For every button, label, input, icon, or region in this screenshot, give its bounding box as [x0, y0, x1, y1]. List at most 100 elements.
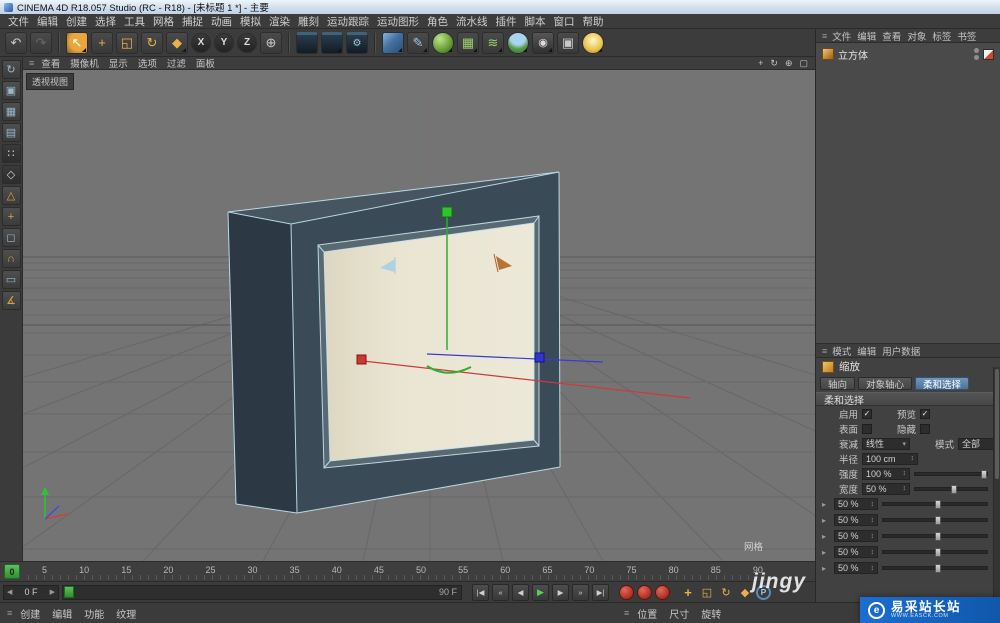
width-field[interactable]: 50 % ↕	[862, 482, 910, 495]
y-axis-handle[interactable]	[441, 206, 453, 218]
texture-mode-icon[interactable]: ▦	[1, 102, 21, 121]
timeline-playhead[interactable]: 0	[4, 564, 20, 579]
previous-key-button[interactable]: «	[492, 583, 509, 601]
attribute-manager-menu-item[interactable]: 编辑	[854, 344, 879, 358]
surface-checkbox[interactable]	[862, 423, 872, 434]
maximize-view-icon[interactable]: ▢	[799, 58, 808, 69]
slider-handle[interactable]	[935, 532, 941, 541]
next-frame-button[interactable]: ▶	[552, 583, 569, 601]
attribute-manager-menu-item[interactable]: 模式	[829, 344, 854, 358]
viewport-menu-item[interactable]: 选项	[133, 57, 162, 70]
panel-menu-icon[interactable]: ≡	[820, 346, 829, 356]
material-manager-menu-item[interactable]: 功能	[78, 606, 110, 621]
menu-item[interactable]: 创建	[62, 14, 91, 29]
coordinates-manager-menu-item[interactable]: 位置	[631, 606, 663, 621]
workplane-mode-icon[interactable]: ▤	[1, 123, 21, 142]
width-slider[interactable]	[914, 484, 988, 494]
menu-item[interactable]: 运动跟踪	[323, 14, 373, 29]
last-used-tool-button[interactable]: ◆	[166, 31, 188, 54]
phong-tag-icon[interactable]	[983, 48, 994, 60]
scrollbar-thumb[interactable]	[995, 369, 999, 479]
coordinates-manager-menu-item[interactable]: 旋转	[695, 606, 727, 621]
add-primitive-cube-button[interactable]	[382, 31, 404, 54]
object-row-cube[interactable]: 立方体	[816, 46, 1000, 62]
lock-workplane-icon[interactable]: ▭	[1, 270, 21, 289]
slider-handle[interactable]	[981, 469, 987, 479]
falloff-value-field[interactable]: 50 % ↕	[834, 530, 878, 542]
viewport-menu-item[interactable]: 过滤	[162, 57, 191, 70]
model-mode-icon[interactable]: ▣	[1, 81, 21, 100]
orbit-view-icon[interactable]: ↻	[770, 58, 778, 69]
soft-selection-section-header[interactable]: 柔和选择	[816, 392, 1000, 407]
tab-axis[interactable]: 轴向	[820, 377, 856, 391]
timeline-ruler[interactable]: 0 5 10 15 20 25 30 35 40 45 50 55 60 65 70 75 80 85 90	[0, 561, 815, 581]
view-label[interactable]: 透视视图	[26, 73, 75, 90]
current-frame-field[interactable]: ◀ 0 F ▶	[3, 584, 59, 600]
move-tool-button[interactable]: +	[91, 31, 113, 54]
autokey-button[interactable]	[637, 584, 652, 600]
environment-button[interactable]	[507, 31, 529, 54]
viewport-menu-item[interactable]: 摄像机	[65, 57, 104, 70]
attribute-scrollbar[interactable]	[993, 367, 1000, 602]
menu-item[interactable]: 文件	[4, 14, 33, 29]
y-axis-lock-button[interactable]: Y	[214, 32, 234, 53]
menu-item[interactable]: 流水线	[452, 14, 492, 29]
falloff-row-slider[interactable]	[882, 564, 988, 573]
menu-item[interactable]: 捕捉	[178, 14, 207, 29]
expander-icon[interactable]: ▸	[822, 500, 830, 509]
object-manager-menu-item[interactable]: 对象	[904, 29, 929, 43]
snap-icon[interactable]: ∩	[1, 249, 21, 268]
timeline-range-slider[interactable]: 90 F	[62, 584, 462, 600]
falloff-row-slider[interactable]	[882, 548, 988, 557]
viewport-menu-item[interactable]: 查看	[36, 57, 65, 70]
keyframe-selection-button[interactable]	[655, 584, 670, 600]
falloff-value-field[interactable]: 50 % ↕	[834, 546, 878, 558]
falloff-row-slider[interactable]	[882, 500, 988, 509]
record-keyframe-button[interactable]	[619, 584, 634, 600]
previous-frame-button[interactable]: ◀	[512, 583, 529, 601]
panel-menu-icon[interactable]: ≡	[27, 58, 36, 68]
points-mode-icon[interactable]: ∷	[1, 144, 21, 163]
hidden-checkbox[interactable]	[920, 423, 930, 434]
slider-handle[interactable]	[935, 548, 941, 557]
z-axis-handle[interactable]	[534, 352, 545, 363]
radius-field[interactable]: 100 cm ↕	[862, 452, 918, 465]
z-axis-lock-button[interactable]: Z	[237, 32, 257, 53]
menu-item[interactable]: 雕刻	[294, 14, 323, 29]
slider-handle[interactable]	[935, 564, 941, 573]
menu-item[interactable]: 渲染	[265, 14, 294, 29]
menu-item[interactable]: 选择	[91, 14, 120, 29]
menu-item[interactable]: 角色	[423, 14, 452, 29]
menu-item[interactable]: 网格	[149, 14, 178, 29]
rotate-tool-button[interactable]: ↻	[141, 31, 163, 54]
x-axis-lock-button[interactable]: X	[191, 32, 211, 53]
frame-spin-left-icon[interactable]: ◀	[7, 588, 12, 596]
enable-checkbox[interactable]: ✓	[862, 408, 872, 419]
viewport-menu-item[interactable]: 面板	[191, 57, 220, 70]
menu-item[interactable]: 窗口	[550, 14, 579, 29]
material-manager-menu-item[interactable]: 创建	[14, 606, 46, 621]
render-settings-button[interactable]: ⚙	[346, 31, 368, 54]
array-generator-button[interactable]: ▦	[457, 31, 479, 54]
viewport-canvas[interactable]	[23, 57, 815, 561]
menu-item[interactable]: 插件	[492, 14, 521, 29]
spline-pen-button[interactable]: ✎	[407, 31, 429, 54]
object-manager-menu-item[interactable]: 标签	[929, 29, 954, 43]
viewport-menu-item[interactable]: 显示	[104, 57, 133, 70]
go-to-end-button[interactable]: ▶|	[592, 583, 609, 601]
expander-icon[interactable]: ▸	[822, 532, 830, 541]
frame-spin-right-icon[interactable]: ▶	[50, 588, 55, 596]
screen-layout-button[interactable]: ▣	[557, 31, 579, 54]
menu-item[interactable]: 帮助	[579, 14, 608, 29]
material-manager-menu-item[interactable]: 纹理	[110, 606, 142, 621]
polygons-mode-icon[interactable]: △	[1, 186, 21, 205]
panel-menu-icon[interactable]: ≡	[622, 608, 631, 618]
menu-item[interactable]: 运动图形	[373, 14, 423, 29]
coordinate-system-button[interactable]: ⊕	[260, 31, 282, 54]
tab-object-axis[interactable]: 对象轴心	[858, 377, 913, 391]
record-rotation-toggle[interactable]: ↻	[718, 584, 734, 600]
menu-item[interactable]: 模拟	[236, 14, 265, 29]
scale-tool-button[interactable]: ◱	[116, 31, 138, 54]
falloff-row-slider[interactable]	[882, 516, 988, 525]
falloff-value-field[interactable]: 50 % ↕	[834, 514, 878, 526]
